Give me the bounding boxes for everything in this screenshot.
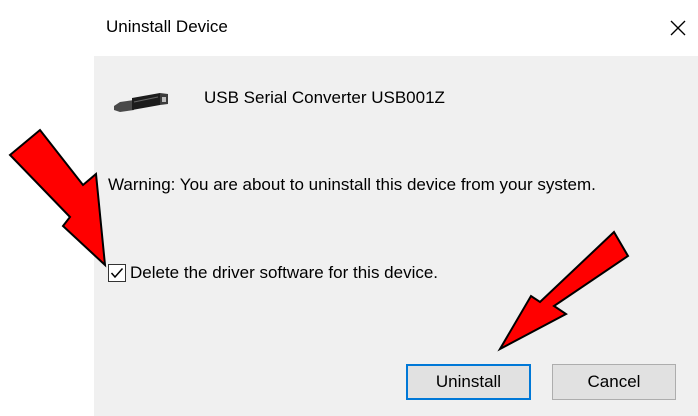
red-arrow-to-uninstall-icon [497,230,630,352]
screenshot: Uninstall Device USB Serial Converter US… [0,0,698,416]
annotation-layer [8,128,630,352]
red-arrow-to-checkbox-icon [8,128,107,268]
